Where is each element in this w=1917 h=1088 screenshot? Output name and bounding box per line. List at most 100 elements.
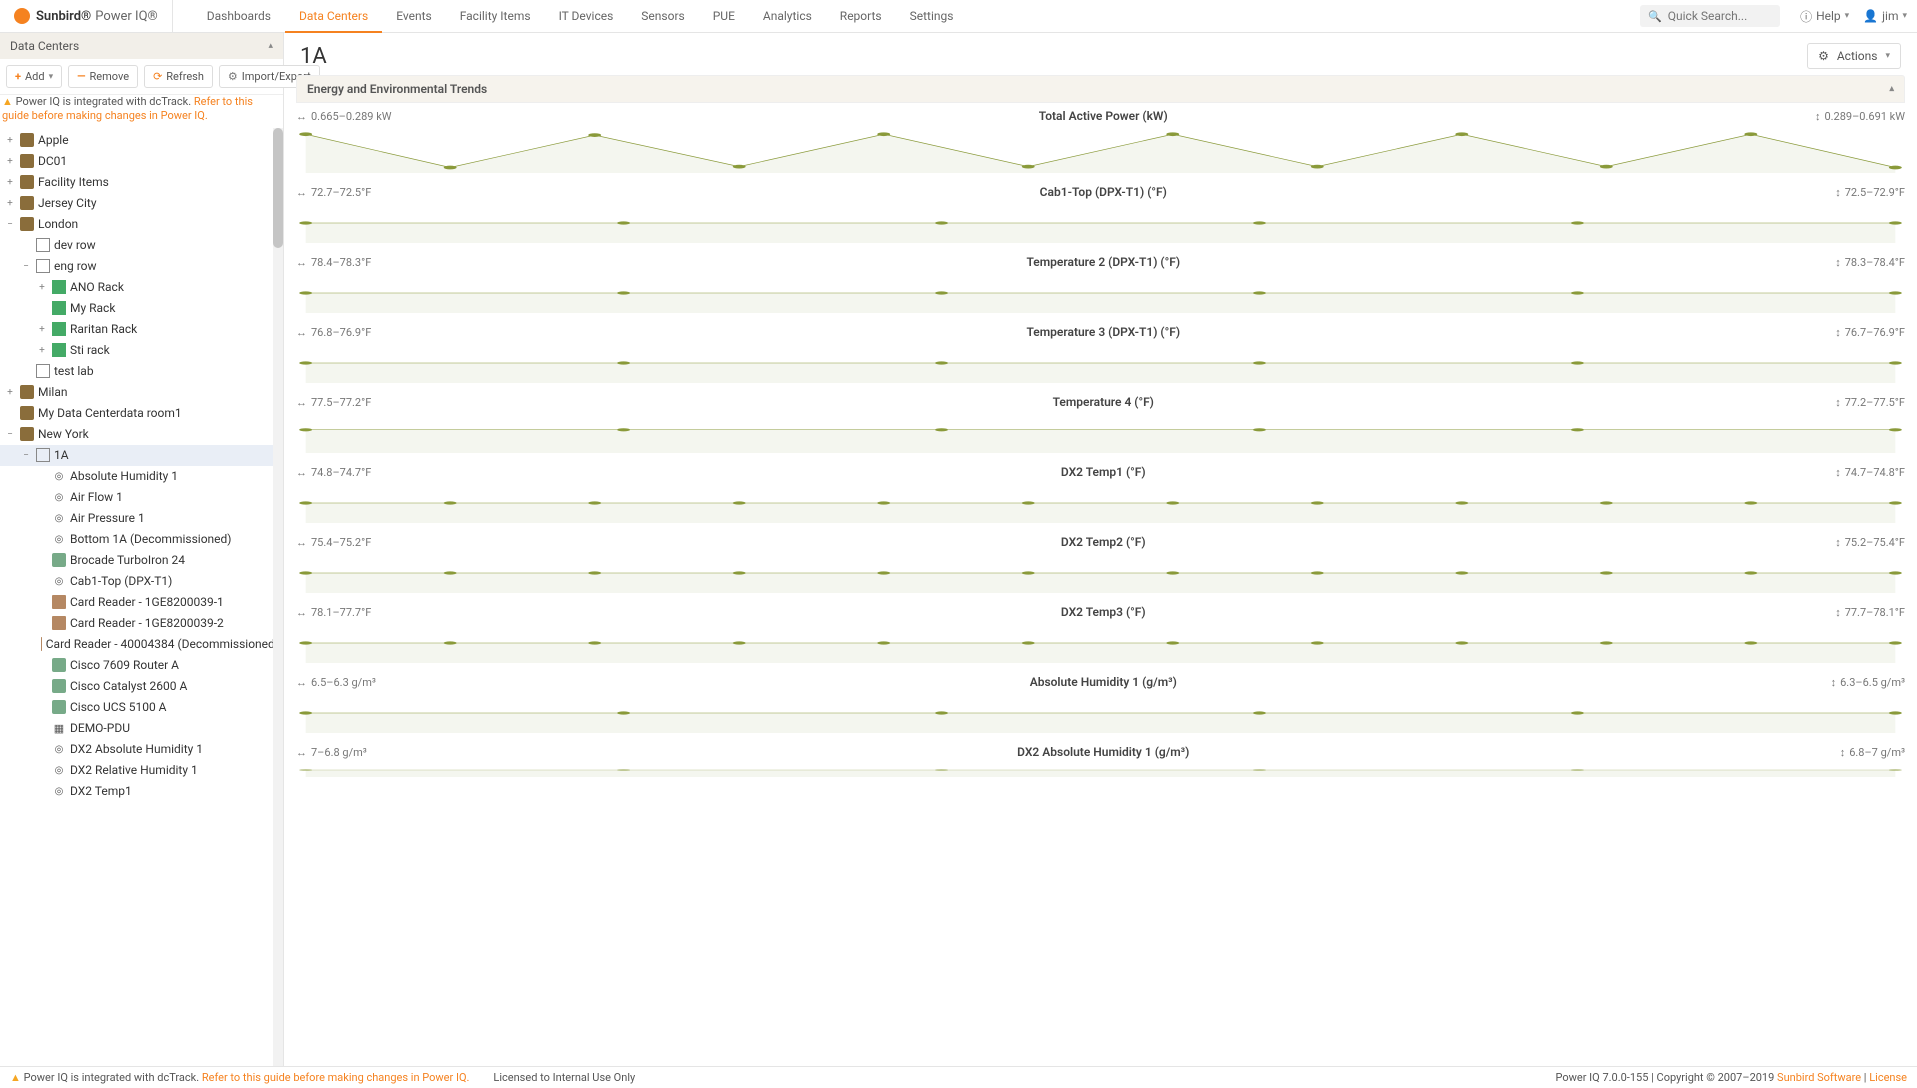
footer-company-link[interactable]: Sunbird Software	[1777, 1071, 1861, 1084]
chart-title: Temperature 4 (°F)	[371, 395, 1835, 409]
tree-item[interactable]: dev row	[0, 235, 283, 256]
remove-button[interactable]: —Remove	[68, 65, 138, 88]
footer-license-link[interactable]: License	[1869, 1071, 1907, 1084]
tree-item[interactable]: My Data Centerdata room1	[0, 403, 283, 424]
tree-item[interactable]: − 1A	[0, 445, 283, 466]
tree-item[interactable]: Brocade TurboIron 24	[0, 550, 283, 571]
tree-item[interactable]: +Milan	[0, 382, 283, 403]
tree-item[interactable]: Cisco Catalyst 2600 A	[0, 676, 283, 697]
tree-item[interactable]: +Apple	[0, 130, 283, 151]
sidebar-scrollbar-track[interactable]	[273, 128, 283, 1066]
expand-toggle-icon[interactable]: +	[4, 156, 16, 167]
actions-button[interactable]: ⚙ Actions ▾	[1807, 43, 1901, 69]
chart-body[interactable]	[296, 623, 1905, 663]
horizontal-range-icon: ↔	[296, 536, 307, 549]
expand-toggle-icon[interactable]: +	[4, 387, 16, 398]
tree-item[interactable]: Cab1-Top (DPX-T1)	[0, 571, 283, 592]
charts-container[interactable]: ↔0.665–0.289 kWTotal Active Power (kW)↕0…	[284, 103, 1917, 1066]
nav-tab-data-centers[interactable]: Data Centers	[285, 0, 382, 32]
nav-tab-dashboards[interactable]: Dashboards	[193, 0, 285, 32]
expand-toggle-icon[interactable]: +	[36, 345, 48, 356]
tree-item[interactable]: DEMO-PDU	[0, 718, 283, 739]
chart-body[interactable]	[296, 343, 1905, 383]
tree-item-label: Air Flow 1	[70, 490, 123, 504]
sidebar-scrollbar-thumb[interactable]	[273, 128, 283, 248]
chart-body[interactable]	[296, 273, 1905, 313]
expand-toggle-icon[interactable]: +	[36, 324, 48, 335]
help-menu[interactable]: ⓘ Help ▾	[1800, 8, 1849, 25]
expand-toggle-icon[interactable]: −	[4, 429, 16, 440]
dc-icon	[20, 217, 34, 231]
nav-tab-it-devices[interactable]: IT Devices	[545, 0, 628, 32]
sidebar-header[interactable]: Data Centers ▴	[0, 33, 283, 59]
chart-body[interactable]	[296, 763, 1905, 777]
tree-item[interactable]: +DC01	[0, 151, 283, 172]
tree-item[interactable]: test lab	[0, 361, 283, 382]
tree-item-label: New York	[38, 427, 89, 441]
nav-tab-pue[interactable]: PUE	[699, 0, 749, 32]
footer-notice-text: Power IQ is integrated with dcTrack.	[24, 1071, 202, 1084]
sensor-icon	[52, 511, 66, 525]
chart: ↔78.4–78.3°FTemperature 2 (DPX-T1) (°F)↕…	[296, 253, 1905, 313]
chevron-down-icon: ▾	[1845, 11, 1850, 21]
tree-item[interactable]: Air Pressure 1	[0, 508, 283, 529]
expand-toggle-icon[interactable]: −	[4, 219, 16, 230]
tree-item[interactable]: Card Reader - 1GE8200039-2	[0, 613, 283, 634]
chart-body[interactable]	[296, 413, 1905, 453]
tree-item[interactable]: +ANO Rack	[0, 277, 283, 298]
expand-toggle-icon[interactable]: +	[4, 177, 16, 188]
quick-search[interactable]: 🔍	[1640, 5, 1780, 27]
tree-item[interactable]: +Jersey City	[0, 193, 283, 214]
tree-item[interactable]: +Facility Items	[0, 172, 283, 193]
chart-title: Temperature 2 (DPX-T1) (°F)	[371, 255, 1835, 269]
panel-header[interactable]: Energy and Environmental Trends ▴	[296, 75, 1905, 103]
tree-item[interactable]: −eng row	[0, 256, 283, 277]
refresh-icon: ⟳	[153, 70, 162, 83]
search-input[interactable]	[1662, 5, 1772, 27]
expand-toggle-icon[interactable]: −	[20, 261, 32, 272]
expand-toggle-icon[interactable]: +	[4, 135, 16, 146]
dev-icon	[52, 700, 66, 714]
tree-item[interactable]: +Raritan Rack	[0, 319, 283, 340]
chart-left-range: 0.665–0.289 kW	[311, 110, 392, 123]
tree-item[interactable]: DX2 Absolute Humidity 1	[0, 739, 283, 760]
chart-body[interactable]	[296, 693, 1905, 733]
tree-item[interactable]: Air Flow 1	[0, 487, 283, 508]
tree-item[interactable]: Cisco 7609 Router A	[0, 655, 283, 676]
tree-item[interactable]: My Rack	[0, 298, 283, 319]
chart-body[interactable]	[296, 127, 1905, 173]
chart-left-range: 75.4–75.2°F	[311, 536, 371, 549]
footer-notice-link[interactable]: Refer to this guide before making change…	[202, 1071, 470, 1084]
tree-item[interactable]: −London	[0, 214, 283, 235]
footer-copyright: Copyright © 2007–2019	[1657, 1071, 1775, 1084]
nav-tab-sensors[interactable]: Sensors	[627, 0, 698, 32]
tree-item[interactable]: Absolute Humidity 1	[0, 466, 283, 487]
tree-item-label: test lab	[54, 364, 94, 378]
refresh-button[interactable]: ⟳Refresh	[144, 65, 213, 88]
expand-toggle-icon[interactable]: −	[20, 450, 32, 461]
nav-tab-analytics[interactable]: Analytics	[749, 0, 826, 32]
expand-toggle-icon[interactable]: +	[4, 198, 16, 209]
chart-body[interactable]	[296, 203, 1905, 243]
tree-item[interactable]: Cisco UCS 5100 A	[0, 697, 283, 718]
tree-item[interactable]: DX2 Relative Humidity 1	[0, 760, 283, 781]
tree-item[interactable]: DX2 Temp1	[0, 781, 283, 802]
nav-tab-facility-items[interactable]: Facility Items	[446, 0, 545, 32]
nav-tab-events[interactable]: Events	[382, 0, 446, 32]
expand-toggle-icon[interactable]: +	[36, 282, 48, 293]
footer-right: Power IQ 7.0.0-155 | Copyright © 2007–20…	[1555, 1071, 1907, 1084]
tree-item[interactable]: Card Reader - 40004384 (Decommissioned)	[0, 634, 283, 655]
chart-body[interactable]	[296, 483, 1905, 523]
brand-name-2: Power IQ®	[95, 9, 158, 24]
tree-item[interactable]: Bottom 1A (Decommissioned)	[0, 529, 283, 550]
tree-item[interactable]: Card Reader - 1GE8200039-1	[0, 592, 283, 613]
chart-body[interactable]	[296, 553, 1905, 593]
add-button[interactable]: +Add▾	[6, 65, 62, 88]
tree-item-label: 1A	[54, 448, 69, 462]
chart: ↔74.8–74.7°FDX2 Temp1 (°F)↕74.7–74.8°F	[296, 463, 1905, 523]
tree-item[interactable]: +Sti rack	[0, 340, 283, 361]
tree-item[interactable]: − New York	[0, 424, 283, 445]
user-menu[interactable]: 👤 jim ▾	[1863, 9, 1907, 23]
nav-tab-settings[interactable]: Settings	[896, 0, 968, 32]
nav-tab-reports[interactable]: Reports	[826, 0, 896, 32]
